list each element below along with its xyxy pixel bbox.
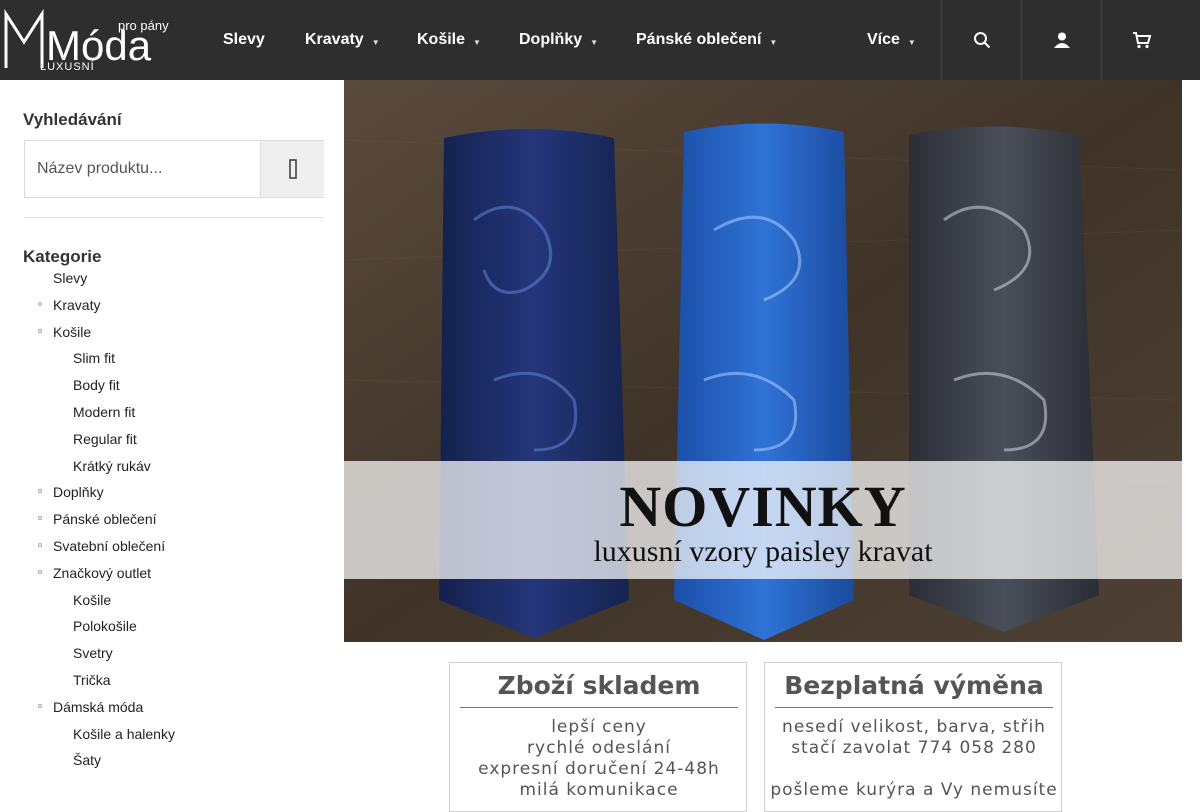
banner-subtitle: luxusní vzory paisley kravat bbox=[593, 535, 933, 568]
category-label: Regular fit bbox=[73, 431, 137, 447]
chevron-down-icon: ▼ bbox=[473, 37, 481, 47]
bullet-icon bbox=[38, 329, 42, 333]
hero-banner[interactable]: NOVINKY luxusní vzory paisley kravat bbox=[344, 80, 1182, 642]
category-label: Značkový outlet bbox=[53, 565, 152, 581]
category-label: Modern fit bbox=[73, 404, 136, 420]
nav-item-doplnky[interactable]: Doplňky ▼ bbox=[519, 0, 598, 80]
cart-icon bbox=[1132, 32, 1151, 49]
nav-label: Kravaty bbox=[305, 31, 364, 48]
categories-heading: Kategorie bbox=[23, 247, 102, 266]
top-navigation-bar: Móda pro pány LUXUSNÍ Slevy Kravaty ▼ Ko… bbox=[0, 0, 1200, 80]
category-item[interactable]: Kravaty bbox=[38, 297, 101, 313]
nav-item-kosile[interactable]: Košile ▼ bbox=[417, 0, 481, 80]
category-item[interactable]: Slevy bbox=[53, 270, 87, 286]
category-item[interactable]: Dámská móda bbox=[38, 699, 144, 715]
chevron-down-icon: ▼ bbox=[590, 37, 599, 47]
category-label: Dámská móda bbox=[53, 699, 144, 715]
card-line: stačí zavolat 774 058 280 bbox=[791, 738, 1037, 758]
header-account-button[interactable] bbox=[1021, 0, 1101, 80]
header-search-button[interactable] bbox=[941, 0, 1021, 80]
subcategory-item[interactable]: Šaty bbox=[73, 752, 101, 768]
nav-label: Více bbox=[867, 31, 900, 48]
category-label: Košile a halenky bbox=[73, 726, 175, 742]
category-label: Svatební oblečení bbox=[53, 538, 166, 554]
header-cart-button[interactable] bbox=[1101, 0, 1181, 80]
subcategory-item[interactable]: Krátký rukáv bbox=[73, 458, 151, 474]
category-label: Doplňky bbox=[53, 484, 104, 500]
nav-item-slevy[interactable]: Slevy bbox=[223, 0, 265, 80]
sidebar-divider bbox=[24, 217, 324, 218]
card-line: nesedí velikost, barva, střih bbox=[782, 717, 1046, 737]
subcategory-item[interactable]: Košile a halenky bbox=[73, 726, 175, 742]
subcategory-item[interactable]: Trička bbox=[73, 672, 111, 688]
category-label: Pánské oblečení bbox=[53, 511, 157, 527]
search-submit-button[interactable] bbox=[260, 141, 324, 197]
card-line: lepší ceny bbox=[551, 717, 647, 737]
banner-title: NOVINKY bbox=[619, 474, 907, 539]
category-item[interactable]: Doplňky bbox=[38, 484, 104, 500]
subcategory-item[interactable]: Regular fit bbox=[73, 431, 137, 447]
search-icon bbox=[973, 32, 990, 49]
card-line: pošleme kurýra a Vy nemusíte bbox=[770, 780, 1058, 800]
subcategory-item[interactable]: Polokošile bbox=[73, 618, 137, 634]
subcategory-item[interactable]: Košile bbox=[73, 592, 111, 608]
nav-label: Košile bbox=[417, 31, 466, 48]
nav-item-kravaty[interactable]: Kravaty ▼ bbox=[305, 0, 380, 80]
category-item[interactable]: Svatební oblečení bbox=[38, 538, 166, 554]
bullet-icon bbox=[38, 302, 42, 306]
subcategory-item[interactable]: Modern fit bbox=[73, 404, 135, 420]
brand-logo[interactable]: Móda pro pány LUXUSNÍ bbox=[4, 8, 174, 73]
bullet-icon bbox=[38, 543, 42, 547]
bullet-icon bbox=[38, 516, 42, 520]
category-label: Polokošile bbox=[73, 618, 137, 634]
category-item[interactable]: Značkový outlet bbox=[38, 565, 152, 581]
card-title: Bezplatná výměna bbox=[784, 671, 1044, 700]
search-form bbox=[24, 140, 324, 198]
card-line: rychlé odeslání bbox=[527, 738, 671, 758]
chevron-down-icon: ▼ bbox=[371, 37, 380, 47]
search-icon bbox=[288, 159, 297, 179]
card-line: expresní doručení 24-48h bbox=[478, 759, 720, 779]
info-card-in-stock[interactable]: Zboží skladem lepší ceny rychlé odeslání… bbox=[449, 662, 747, 812]
nav-label: Pánské oblečení bbox=[636, 31, 762, 48]
nav-label: Slevy bbox=[223, 31, 265, 48]
logo-sub-text: LUXUSNÍ bbox=[40, 60, 95, 72]
category-label: Trička bbox=[73, 672, 111, 688]
info-card-free-exchange[interactable]: Bezplatná výměna nesedí velikost, barva,… bbox=[764, 662, 1062, 812]
category-label: Košile bbox=[53, 324, 92, 340]
search-input[interactable] bbox=[25, 141, 260, 197]
nav-item-vice[interactable]: Více ▼ bbox=[867, 0, 916, 80]
category-item[interactable]: Košile bbox=[38, 324, 92, 340]
subcategory-item[interactable]: Svetry bbox=[73, 645, 113, 661]
nav-item-panske-obleceni[interactable]: Pánské oblečení ▼ bbox=[636, 0, 777, 80]
bullet-icon bbox=[38, 489, 42, 493]
user-icon bbox=[1053, 32, 1070, 48]
subcategory-item[interactable]: Body fit bbox=[73, 377, 120, 393]
sidebar: Vyhledávání Kategorie Slevy Kravaty Košile… bbox=[0, 80, 344, 800]
category-label: Slim fit bbox=[73, 350, 115, 366]
bullet-icon bbox=[38, 570, 42, 574]
logo-tagline: pro pány bbox=[118, 18, 169, 33]
category-label: Body fit bbox=[73, 377, 120, 393]
nav-label: Doplňky bbox=[519, 31, 583, 48]
bullet-icon bbox=[38, 704, 42, 708]
chevron-down-icon: ▼ bbox=[907, 37, 916, 47]
category-label: Kravaty bbox=[53, 297, 101, 313]
card-line: milá komunikace bbox=[519, 780, 679, 800]
card-divider bbox=[775, 707, 1053, 708]
card-title: Zboží skladem bbox=[497, 671, 701, 700]
category-item[interactable]: Pánské oblečení bbox=[38, 511, 157, 527]
search-heading: Vyhledávání bbox=[23, 110, 122, 129]
subcategory-item[interactable]: Slim fit bbox=[73, 350, 115, 366]
category-label: Krátký rukáv bbox=[73, 458, 151, 474]
chevron-down-icon: ▼ bbox=[769, 37, 778, 47]
category-label: Svetry bbox=[73, 645, 113, 661]
category-label: Slevy bbox=[53, 270, 88, 286]
card-divider bbox=[460, 707, 738, 708]
category-label: Košile bbox=[73, 592, 112, 608]
category-label: Šaty bbox=[73, 752, 102, 768]
